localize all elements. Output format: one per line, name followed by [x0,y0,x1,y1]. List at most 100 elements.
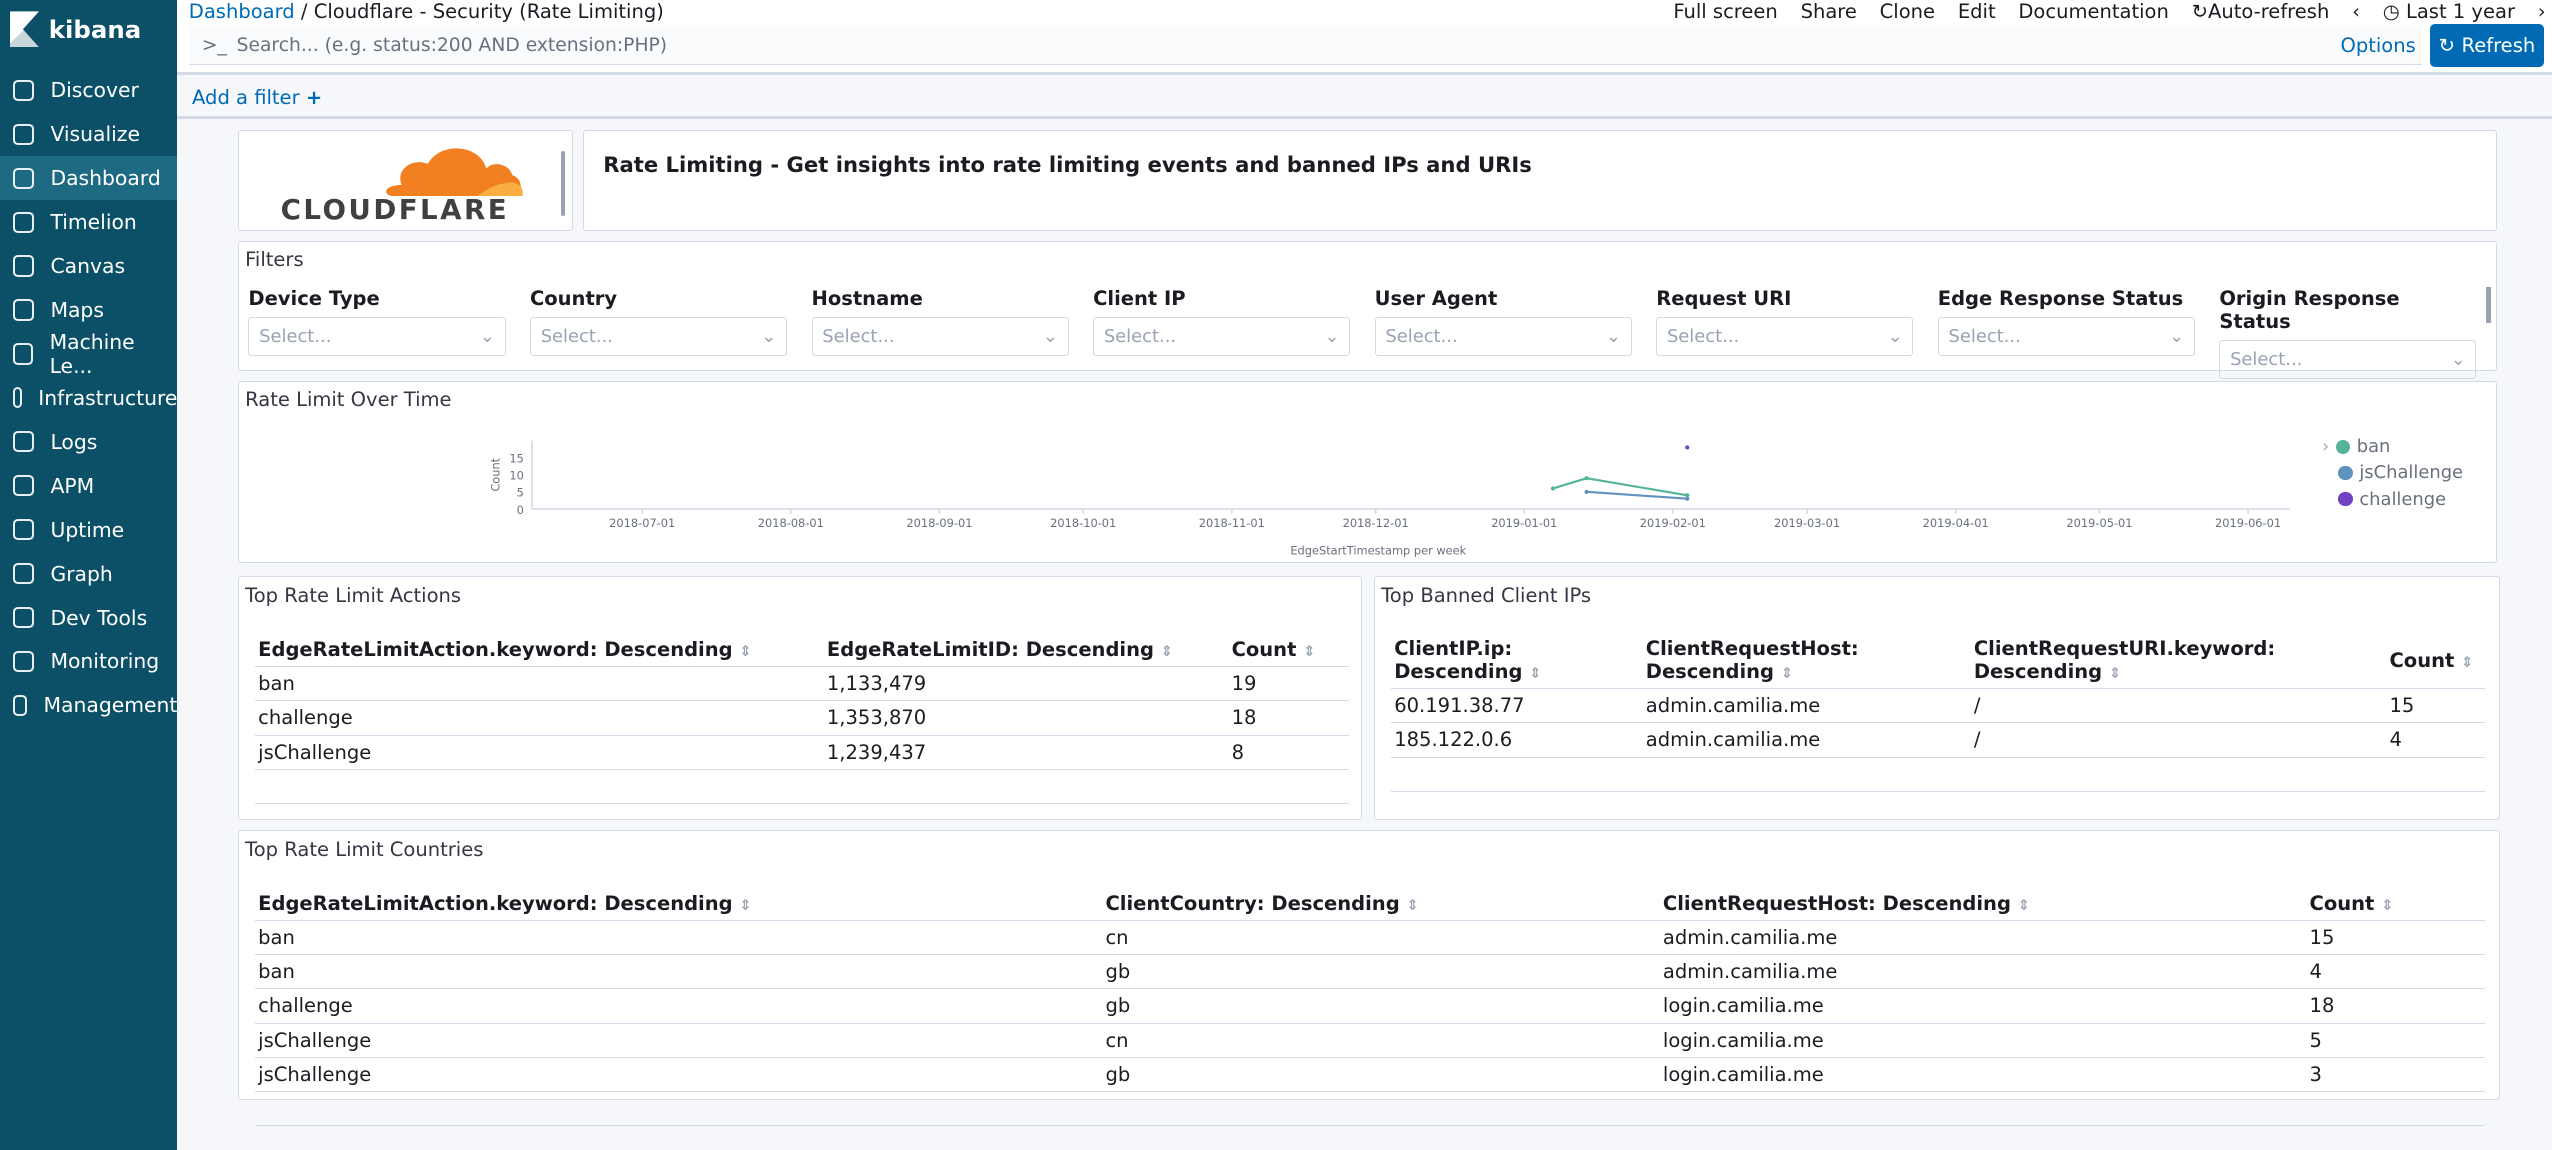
column-header[interactable]: ClientCountry: Descending ⇕ [1102,886,1660,922]
full-screen-link[interactable]: Full screen [1673,0,1777,23]
plus-icon: + [305,86,323,109]
nav-icon [13,79,35,101]
table-cell[interactable]: / [1970,688,2387,724]
sidebar-item-apm[interactable]: APM [0,464,177,508]
filter-select[interactable]: Select... ⌄ [1374,316,1632,356]
scrollbar[interactable] [2485,287,2491,324]
table-cell[interactable]: / [1970,722,2387,758]
sidebar-item-machine-le-[interactable]: Machine Le... [0,330,177,378]
table-cell[interactable]: login.camilia.me [1659,1057,2307,1092]
column-header[interactable]: Count ⇕ [2306,886,2485,922]
data-point-jsChallenge[interactable] [1584,489,1589,494]
table-cell[interactable]: jsChallenge [254,1023,1103,1058]
table-cell[interactable]: cn [1102,1023,1660,1058]
column-header[interactable]: ClientRequestURI.keyword: Descending ⇕ [1970,632,2387,690]
column-header[interactable]: EdgeRateLimitID: Descending ⇕ [823,632,1229,668]
table-cell[interactable]: admin.camilia.me [1659,954,2307,990]
column-header[interactable]: EdgeRateLimitAction.keyword: Descending … [254,886,1103,922]
table-cell[interactable]: admin.camilia.me [1642,722,1971,758]
table-cell[interactable]: 3 [2306,1057,2485,1092]
sidebar-item-canvas[interactable]: Canvas [0,244,177,288]
table-cell[interactable]: 18 [2306,988,2485,1024]
table-cell[interactable]: challenge [254,700,824,736]
table-cell[interactable]: gb [1102,1057,1660,1092]
sidebar-item-infrastructure[interactable]: Infrastructure [0,376,177,420]
sidebar-item-graph[interactable]: Graph [0,552,177,596]
legend-item-jsChallenge[interactable]: jsChallenge [2322,460,2463,486]
data-point-ban[interactable] [1550,486,1555,491]
table-cell[interactable]: 4 [2386,722,2485,758]
filter-select[interactable]: Select... ⌄ [811,316,1069,356]
clone-link[interactable]: Clone [1880,0,1935,23]
table-cell[interactable]: 185.122.0.6 [1390,722,1643,758]
table-cell[interactable]: admin.camilia.me [1642,688,1971,724]
column-header[interactable]: EdgeRateLimitAction.keyword: Descending … [254,632,824,668]
filter-select[interactable]: Select... ⌄ [1937,316,2195,356]
data-point-jsChallenge[interactable] [1684,496,1689,501]
sidebar-item-uptime[interactable]: Uptime [0,508,177,552]
time-picker[interactable]: ◷ Last 1 year [2383,0,2515,23]
breadcrumb-dashboard-link[interactable]: Dashboard [189,0,295,23]
edit-link[interactable]: Edit [1958,0,1996,23]
sidebar-item-discover[interactable]: Discover [0,68,177,112]
filter-select[interactable]: Select... ⌄ [2219,339,2477,379]
table-cell[interactable]: gb [1102,988,1660,1024]
documentation-link[interactable]: Documentation [2018,0,2168,23]
column-header[interactable]: ClientRequestHost: Descending ⇕ [1642,632,1971,690]
filter-select[interactable]: Select... ⌄ [529,316,788,356]
data-point-ban[interactable] [1584,475,1589,481]
table-cell[interactable]: gb [1102,954,1660,990]
data-point-challenge[interactable] [1684,445,1689,450]
sidebar-item-monitoring[interactable]: Monitoring [0,640,177,684]
sidebar-item-maps[interactable]: Maps [0,288,177,332]
sidebar-item-logs[interactable]: Logs [0,420,177,464]
table-cell[interactable]: jsChallenge [254,1057,1103,1092]
table-cell[interactable]: challenge [254,988,1103,1024]
table-cell[interactable]: login.camilia.me [1659,988,2307,1024]
sidebar-item-timelion[interactable]: Timelion [0,200,177,244]
table-cell[interactable]: cn [1102,920,1660,956]
table-cell[interactable]: 18 [1228,700,1349,736]
nav-icon [13,343,34,365]
table-cell[interactable]: ban [254,666,824,702]
filter-select[interactable]: Select... ⌄ [248,316,506,356]
table-cell[interactable]: 5 [2306,1023,2485,1058]
table-cell[interactable]: 4 [2306,954,2485,990]
column-header[interactable]: Count ⇕ [2386,632,2485,690]
column-header[interactable]: Count ⇕ [1228,632,1349,668]
filter-select[interactable]: Select... ⌄ [1093,316,1351,356]
refresh-button[interactable]: ↻ Refresh [2430,24,2544,67]
sidebar-item-dev-tools[interactable]: Dev Tools [0,596,177,640]
share-link[interactable]: Share [1801,0,1857,23]
time-next-button[interactable]: › [2538,0,2546,23]
table-cell[interactable]: 1,353,870 [823,700,1229,736]
add-filter-button[interactable]: Add a filter + [192,86,322,109]
auto-refresh-link[interactable]: ↻Auto-refresh [2192,0,2330,23]
table-cell[interactable]: 1,239,437 [823,735,1229,770]
table-cell[interactable]: 8 [1228,735,1349,770]
options-button[interactable]: Options [2340,34,2415,57]
search-input[interactable]: >_ Search... (e.g. status:200 AND extensi… [188,26,2422,66]
sidebar-item-dashboard[interactable]: Dashboard [0,156,178,201]
chevron-right-icon[interactable]: › [2322,436,2329,457]
column-header[interactable]: ClientIP.ip: Descending ⇕ [1390,632,1643,690]
scrollbar[interactable] [560,150,566,216]
column-header[interactable]: ClientRequestHost: Descending ⇕ [1659,886,2307,922]
filter-select[interactable]: Select... ⌄ [1656,316,1914,356]
legend-item-challenge[interactable]: challenge [2322,486,2463,512]
table-cell[interactable]: 15 [2386,688,2485,724]
sidebar-item-visualize[interactable]: Visualize [0,112,177,156]
table-cell[interactable]: 15 [2306,920,2485,956]
table-cell[interactable]: login.camilia.me [1659,1023,2307,1058]
sidebar-item-management[interactable]: Management [0,683,177,727]
table-cell[interactable]: jsChallenge [254,735,824,770]
table-cell[interactable]: admin.camilia.me [1659,920,2307,956]
table-cell[interactable]: 19 [1228,666,1349,702]
table-cell[interactable]: 1,133,479 [823,666,1229,702]
table-cell[interactable]: ban [254,920,1103,956]
time-prev-button[interactable]: ‹ [2352,0,2360,23]
kibana-logo[interactable]: kibana [0,0,177,59]
table-cell[interactable]: ban [254,954,1103,990]
legend-item-ban[interactable]: › ban [2322,434,2463,460]
table-cell[interactable]: 60.191.38.77 [1390,688,1643,724]
